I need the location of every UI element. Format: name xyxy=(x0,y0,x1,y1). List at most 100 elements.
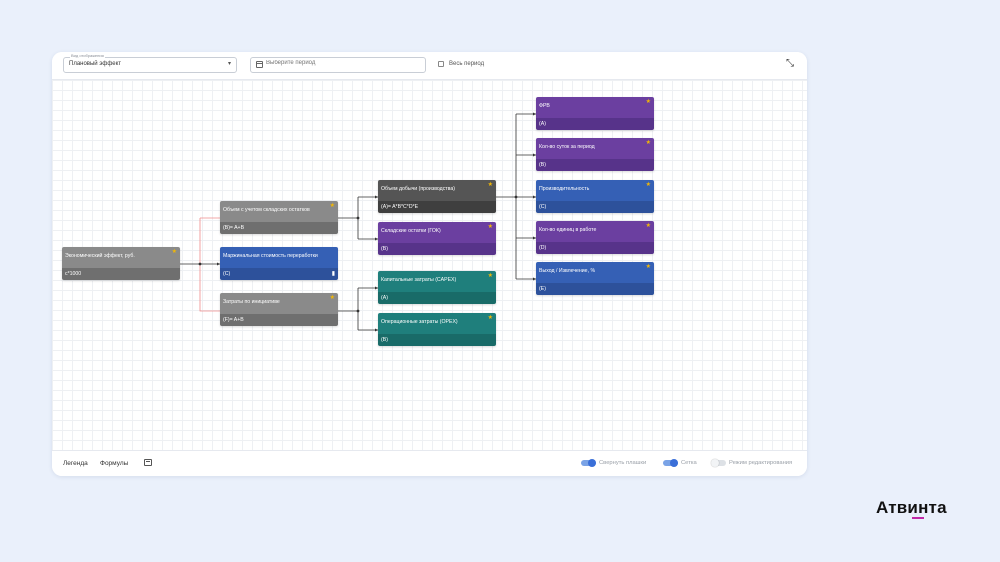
tree-canvas[interactable]: Экономический эффект, руб. ★ с*1000 Объем… xyxy=(52,80,807,450)
star-icon[interactable]: ★ xyxy=(172,249,177,256)
view-mode-value: Плановый эффект xyxy=(69,61,122,67)
node-formula: (C) xyxy=(539,204,547,210)
node-formula: (B) xyxy=(539,162,546,168)
node-days[interactable]: Кол-во суток за период ★ (B) xyxy=(536,138,654,171)
node-header: Маржинальная стоимость переработки xyxy=(220,247,338,268)
node-title: Затраты по инициативе xyxy=(223,299,280,305)
bar-chart-icon[interactable]: ▮ xyxy=(332,270,335,277)
node-header: Складские остатки (ГОК) ★ xyxy=(378,222,496,243)
node-footer: (F)= A+B xyxy=(220,314,338,326)
node-productivity[interactable]: Производительность ★ (C) xyxy=(536,180,654,213)
star-icon[interactable]: ★ xyxy=(488,224,493,231)
period-picker[interactable] xyxy=(250,57,426,73)
switch-icon[interactable] xyxy=(711,459,726,467)
node-title: Кол-во единиц в работе xyxy=(539,227,597,233)
node-units[interactable]: Кол-во единиц в работе ★ (D) xyxy=(536,221,654,254)
node-yield[interactable]: Выход / Извлечение, % ★ (E) xyxy=(536,262,654,295)
node-title: Объем с учетом складских остатков xyxy=(223,207,310,213)
node-title: ФРВ xyxy=(539,103,550,109)
brand-logo: Атвинта xyxy=(876,498,947,517)
tab-formulas[interactable]: Формулы xyxy=(100,460,128,467)
star-icon[interactable]: ★ xyxy=(646,99,651,106)
node-header: Объем добычи (производства) ★ xyxy=(378,180,496,201)
star-icon[interactable]: ★ xyxy=(646,182,651,189)
edit-mode-label: Режим редактирования xyxy=(729,460,793,466)
node-formula: (B) xyxy=(381,337,388,343)
node-footer: с*1000 xyxy=(62,268,180,280)
node-footer: (B) xyxy=(536,159,654,171)
node-header: Операционные затраты (OPEX) ★ xyxy=(378,313,496,334)
collapse-cards-label: Свернуть плашки xyxy=(599,460,647,466)
tab-legend[interactable]: Легенда xyxy=(63,460,88,467)
node-footer: (E) xyxy=(536,283,654,295)
node-header: Затраты по инициативе ★ xyxy=(220,293,338,314)
star-icon[interactable]: ★ xyxy=(488,315,493,322)
grid-label: Сетка xyxy=(681,460,697,466)
footer-bar: Легенда Формулы Свернуть плашки Сетка Ре… xyxy=(52,450,807,476)
screen-icon[interactable] xyxy=(144,459,152,466)
node-formula: с*1000 xyxy=(65,271,82,277)
node-header: ФРВ ★ xyxy=(536,97,654,118)
node-opex[interactable]: Операционные затраты (OPEX) ★ (B) xyxy=(378,313,496,346)
star-icon[interactable]: ★ xyxy=(488,182,493,189)
node-title: Складские остатки (ГОК) xyxy=(381,228,441,234)
node-mining-volume[interactable]: Объем добычи (производства) ★ (A)= A*B*C*… xyxy=(378,180,496,213)
node-formula: (C) xyxy=(223,271,231,277)
node-footer: (A)= A*B*C*D*E xyxy=(378,201,496,213)
node-footer: (B)= A+B xyxy=(220,222,338,234)
switch-icon[interactable] xyxy=(663,459,678,467)
node-marginal-cost[interactable]: Маржинальная стоимость переработки (C) ▮ xyxy=(220,247,338,280)
node-formula: (A) xyxy=(539,121,546,127)
node-init-costs[interactable]: Затраты по инициативе ★ (F)= A+B xyxy=(220,293,338,326)
all-period-label: Весь период xyxy=(449,61,485,67)
collapse-cards-toggle[interactable]: Свернуть плашки xyxy=(581,459,647,467)
node-header: Объем с учетом складских остатков ★ xyxy=(220,201,338,222)
node-footer: (D) xyxy=(536,242,654,254)
star-icon[interactable]: ★ xyxy=(330,203,335,210)
toolbar: Вид отображения Плановый эффект ▾ Весь п… xyxy=(52,52,807,80)
node-capex[interactable]: Капитальные затраты (CAPEX) ★ (A) xyxy=(378,271,496,304)
node-formula: (B)= A+B xyxy=(223,225,245,231)
node-title: Кол-во суток за период xyxy=(539,144,595,150)
node-formula: (A) xyxy=(381,295,388,301)
star-icon[interactable]: ★ xyxy=(330,295,335,302)
node-header: Кол-во единиц в работе ★ xyxy=(536,221,654,242)
node-title: Операционные затраты (OPEX) xyxy=(381,319,458,325)
node-header: Кол-во суток за период ★ xyxy=(536,138,654,159)
collapse-fullscreen-icon[interactable]: ⤡ xyxy=(784,58,796,70)
node-header: Капитальные затраты (CAPEX) ★ xyxy=(378,271,496,292)
node-economic-effect[interactable]: Экономический эффект, руб. ★ с*1000 xyxy=(62,247,180,280)
calendar-icon xyxy=(256,61,263,68)
edit-mode-toggle[interactable]: Режим редактирования xyxy=(711,459,793,467)
node-title: Выход / Извлечение, % xyxy=(539,268,596,274)
node-fvr[interactable]: ФРВ ★ (A) xyxy=(536,97,654,130)
star-icon[interactable]: ★ xyxy=(646,223,651,230)
all-period-checkbox[interactable]: Весь период xyxy=(438,61,484,67)
logo-accent-bar xyxy=(912,517,924,519)
grid-toggle[interactable]: Сетка xyxy=(663,459,697,467)
node-title: Маржинальная стоимость переработки xyxy=(223,253,318,259)
node-formula: (B) xyxy=(381,246,388,252)
star-icon[interactable]: ★ xyxy=(488,273,493,280)
app-window: Вид отображения Плановый эффект ▾ Весь п… xyxy=(52,52,807,476)
view-mode-label: Вид отображения xyxy=(70,53,105,59)
node-volume-stock[interactable]: Объем с учетом складских остатков ★ (B)= … xyxy=(220,201,338,234)
node-footer: (A) xyxy=(378,292,496,304)
period-input[interactable] xyxy=(266,60,416,66)
checkbox-icon[interactable] xyxy=(438,61,444,67)
view-mode-select[interactable]: Вид отображения Плановый эффект ▾ xyxy=(63,53,237,73)
node-header: Выход / Извлечение, % ★ xyxy=(536,262,654,283)
node-footer: (B) xyxy=(378,243,496,255)
star-icon[interactable]: ★ xyxy=(646,264,651,271)
node-stock-remains[interactable]: Складские остатки (ГОК) ★ (B) xyxy=(378,222,496,255)
node-footer: (A) xyxy=(536,118,654,130)
node-formula: (E) xyxy=(539,286,546,292)
switch-icon[interactable] xyxy=(581,459,596,467)
node-footer: (C) ▮ xyxy=(220,268,338,280)
node-formula: (F)= A+B xyxy=(223,317,244,323)
node-title: Экономический эффект, руб. xyxy=(65,253,135,259)
node-header: Экономический эффект, руб. ★ xyxy=(62,247,180,268)
star-icon[interactable]: ★ xyxy=(646,140,651,147)
node-title: Капитальные затраты (CAPEX) xyxy=(381,277,457,283)
node-header: Производительность ★ xyxy=(536,180,654,201)
